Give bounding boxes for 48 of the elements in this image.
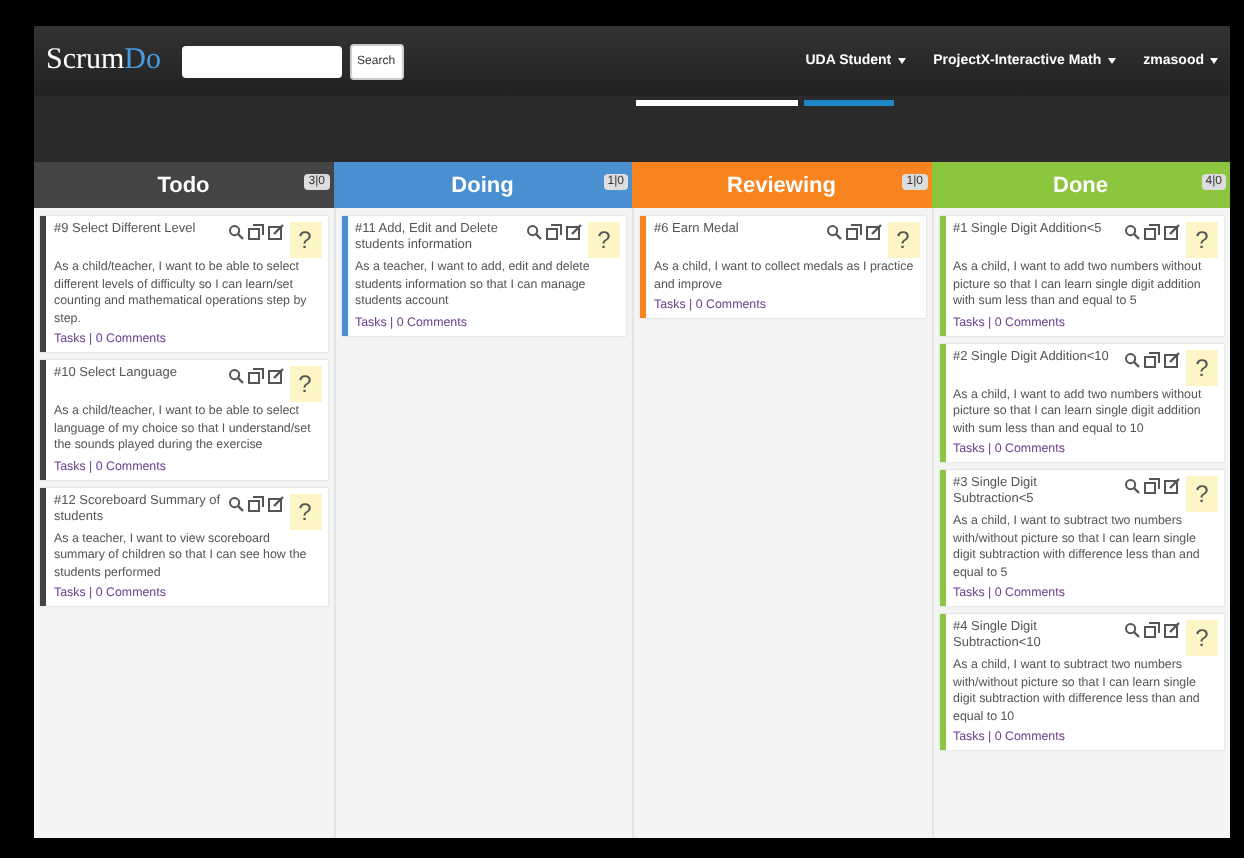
search-icon[interactable] bbox=[227, 368, 243, 384]
help-note[interactable]: ? bbox=[1186, 620, 1218, 656]
copy-icon[interactable] bbox=[247, 224, 263, 240]
copy-icon[interactable] bbox=[1144, 622, 1160, 638]
edit-icon[interactable] bbox=[566, 224, 582, 240]
help-note[interactable]: ? bbox=[1186, 349, 1218, 385]
edit-icon[interactable] bbox=[267, 368, 283, 384]
column-title: Done bbox=[1053, 173, 1108, 197]
copy-icon[interactable] bbox=[1144, 224, 1160, 240]
copy-icon[interactable] bbox=[1144, 478, 1160, 494]
search-icon[interactable] bbox=[1124, 224, 1140, 240]
help-note[interactable]: ? bbox=[289, 366, 321, 402]
edit-icon[interactable] bbox=[1164, 478, 1180, 494]
edit-icon[interactable] bbox=[267, 224, 283, 240]
caret-icon bbox=[897, 58, 906, 64]
copy-icon[interactable] bbox=[1144, 351, 1160, 367]
search-icon[interactable] bbox=[1124, 622, 1140, 638]
copy-icon[interactable] bbox=[247, 495, 263, 511]
caret-icon bbox=[1107, 58, 1116, 64]
column-title: Reviewing bbox=[727, 173, 836, 197]
help-note[interactable]: ? bbox=[1186, 222, 1218, 258]
logo-text-accent[interactable]: Do bbox=[124, 44, 162, 76]
search-icon[interactable] bbox=[227, 224, 243, 240]
search-icon[interactable] bbox=[1124, 478, 1140, 494]
story-card[interactable] bbox=[939, 614, 1224, 750]
edit-icon[interactable] bbox=[1164, 224, 1180, 240]
edit-icon[interactable] bbox=[865, 224, 881, 240]
help-note[interactable]: ? bbox=[289, 493, 321, 529]
search-icon[interactable] bbox=[825, 224, 841, 240]
help-note[interactable]: ? bbox=[588, 222, 620, 258]
caret-icon bbox=[1210, 58, 1218, 64]
help-note[interactable]: ? bbox=[887, 222, 919, 258]
copy-icon[interactable] bbox=[845, 224, 861, 240]
search-icon[interactable] bbox=[227, 495, 243, 511]
edit-icon[interactable] bbox=[1164, 351, 1180, 367]
copy-icon[interactable] bbox=[546, 224, 562, 240]
logo-text[interactable]: Scrum bbox=[46, 44, 125, 76]
search-icon[interactable] bbox=[526, 224, 542, 240]
help-note[interactable]: ? bbox=[289, 222, 321, 258]
edit-icon[interactable] bbox=[1164, 622, 1180, 638]
column-title: Todo bbox=[157, 173, 210, 197]
search-field[interactable] bbox=[181, 45, 342, 77]
indicator-bar bbox=[804, 100, 894, 106]
edit-icon[interactable] bbox=[267, 495, 283, 511]
search-icon[interactable] bbox=[1124, 351, 1140, 367]
help-note[interactable]: ? bbox=[1186, 476, 1218, 512]
copy-icon[interactable] bbox=[247, 368, 263, 384]
column-title: Doing bbox=[451, 173, 514, 197]
